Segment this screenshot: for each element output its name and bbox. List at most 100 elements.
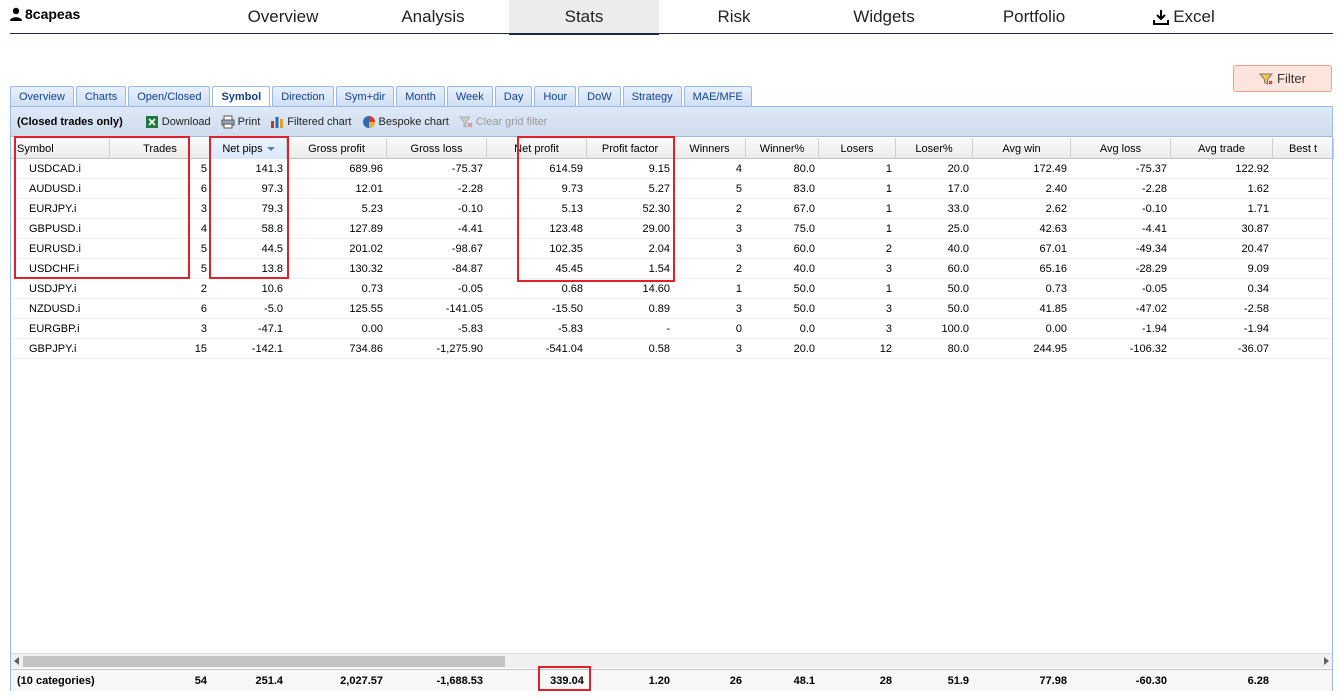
grid-header: Symbol Trades Net pips Gross profit Gross lo… (11, 138, 1334, 159)
cell-losers: 1 (885, 163, 892, 175)
column-header-loser-pct[interactable]: Loser% (896, 138, 973, 159)
cell-winner-pct: 75.0 (793, 223, 815, 235)
bespoke-chart-label: Bespoke chart (378, 115, 449, 128)
column-header-best-trade[interactable]: Best t (1273, 138, 1334, 159)
cell-loser-pct: 25.0 (947, 223, 969, 235)
nav-portfolio[interactable]: Portfolio (983, 0, 1085, 33)
print-button[interactable]: Print (221, 115, 260, 129)
cell-net-pips: 44.5 (261, 243, 283, 255)
tab-open-closed[interactable]: Open/Closed (128, 86, 211, 106)
table-row[interactable]: AUDUSD.i 6 97.3 12.01 -2.28 9.73 5.27 5 83.0 1 17.… (11, 179, 1332, 199)
column-header-trades[interactable]: Trades (110, 138, 211, 159)
tab-direction[interactable]: Direction (272, 86, 334, 106)
nav-risk[interactable]: Risk (683, 0, 785, 33)
cell-symbol: AUDUSD.i (29, 183, 81, 195)
column-header-label: Avg win (1002, 142, 1041, 155)
tab-day[interactable]: Day (494, 86, 533, 106)
cell-winners: 3 (735, 243, 742, 255)
horizontal-scrollbar[interactable] (11, 653, 1332, 668)
column-header-avg-loss[interactable]: Avg loss (1071, 138, 1171, 159)
bar-chart-icon (271, 116, 284, 128)
table-row[interactable]: EURGBP.i 3 -47.1 0.00 -5.83 -5.83 - 0 0.0 3 100.0 0… (11, 319, 1332, 339)
cell-losers: 3 (885, 303, 892, 315)
user-menu[interactable]: 8capeas (10, 6, 80, 22)
tab-week[interactable]: Week (446, 86, 493, 106)
filter-button[interactable]: Filter (1233, 65, 1332, 92)
column-header-avg-win[interactable]: Avg win (973, 138, 1071, 159)
tab-symbol[interactable]: Symbol (212, 86, 271, 107)
bespoke-chart-button[interactable]: Bespoke chart (362, 115, 449, 129)
grid-summary-row: (10 categories) 54 251.4 2,027.57 -1,688.53 3… (11, 669, 1332, 691)
column-header-gross-loss[interactable]: Gross loss (387, 138, 487, 159)
nav-stats[interactable]: Stats (509, 0, 659, 35)
cell-avg-trade: -36.07 (1237, 343, 1269, 355)
scrollbar-thumb[interactable] (23, 656, 505, 667)
cell-gross-profit: 689.96 (349, 163, 383, 175)
cell-gross-loss: -0.05 (457, 283, 483, 295)
column-header-profit-factor[interactable]: Profit factor (587, 138, 674, 159)
filtered-chart-label: Filtered chart (287, 115, 352, 128)
tab-sym-dir[interactable]: Sym+dir (335, 86, 395, 106)
table-row[interactable]: NZDUSD.i 6 -5.0 125.55 -141.05 -15.50 0.89 3 50.… (11, 299, 1332, 319)
cell-symbol: EURGBP.i (29, 323, 80, 335)
column-header-gross-profit[interactable]: Gross profit (287, 138, 387, 159)
cell-gross-loss: -5.83 (457, 323, 483, 335)
filtered-chart-button[interactable]: Filtered chart (270, 115, 352, 129)
tab-label: DoW (587, 90, 612, 103)
column-header-winners[interactable]: Winners (674, 138, 746, 159)
column-header-net-pips[interactable]: Net pips (211, 138, 287, 159)
tab-strip: Overview Charts Open/Closed Symbol Direc… (10, 86, 752, 107)
column-header-avg-trade[interactable]: Avg trade (1171, 138, 1273, 159)
column-header-symbol[interactable]: Symbol (11, 138, 110, 159)
nav-portfolio-label: Portfolio (1002, 6, 1066, 26)
excel-icon (145, 115, 158, 128)
cell-avg-win: 67.01 (1039, 243, 1067, 255)
cell-net-profit: -15.50 (551, 303, 583, 315)
nav-analysis[interactable]: Analysis (382, 0, 484, 33)
table-row[interactable]: GBPUSD.i 4 58.8 127.89 -4.41 123.48 29.00 3 75.0… (11, 219, 1332, 239)
tab-dow[interactable]: DoW (578, 86, 621, 106)
table-row[interactable]: GBPJPY.i 15 -142.1 734.86 -1,275.90 -541.04 0.… (11, 339, 1332, 359)
cell-loser-pct: 50.0 (947, 283, 969, 295)
cell-symbol: EURJPY.i (29, 203, 77, 215)
summary-trades: 54 (194, 675, 207, 687)
column-header-winner-pct[interactable]: Winner% (746, 138, 819, 159)
cell-symbol: USDCHF.i (29, 263, 80, 275)
table-row[interactable]: USDCAD.i 5 141.3 689.96 -75.37 614.59 9.15 4 80.… (11, 159, 1332, 179)
table-row[interactable]: EURUSD.i 5 44.5 201.02 -98.67 102.35 2.04 3 60.0… (11, 239, 1332, 259)
nav-excel[interactable]: Excel (1133, 0, 1235, 33)
tab-mae-mfe[interactable]: MAE/MFE (683, 86, 752, 106)
clear-filter-label: Clear grid filter (475, 115, 548, 128)
cell-gross-loss: -4.41 (457, 223, 483, 235)
tab-label: Sym+dir (344, 90, 386, 103)
summary-losers: 28 (879, 675, 892, 687)
nav-overview[interactable]: Overview (232, 0, 334, 33)
clear-grid-filter-button[interactable]: Clear grid filter (458, 115, 548, 129)
tab-hour[interactable]: Hour (534, 86, 577, 106)
filter-icon (1259, 73, 1274, 85)
cell-losers: 2 (885, 243, 892, 255)
symbol-grid-panel: (Closed trades only) Download Print Filt… (10, 106, 1334, 691)
cell-profit-factor: 14.60 (642, 283, 670, 295)
table-row[interactable]: EURJPY.i 3 79.3 5.23 -0.10 5.13 52.30 2 67.0 1 33.… (11, 199, 1332, 219)
column-header-net-profit[interactable]: Net profit (487, 138, 587, 159)
table-row[interactable]: USDCHF.i 5 13.8 130.32 -84.87 45.45 1.54 2 40.0 3… (11, 259, 1332, 279)
scroll-right-icon[interactable] (1324, 657, 1329, 665)
cell-gross-loss: -1,275.90 (436, 343, 483, 355)
scroll-left-icon[interactable] (14, 657, 19, 665)
cell-loser-pct: 33.0 (947, 203, 969, 215)
download-button[interactable]: Download (145, 115, 211, 129)
tab-label: Month (405, 90, 436, 103)
tab-strategy[interactable]: Strategy (622, 86, 682, 106)
table-row[interactable]: USDJPY.i 2 10.6 0.73 -0.05 0.68 14.60 1 50.0 1 50.… (11, 279, 1332, 299)
column-header-label: Net pips (222, 142, 263, 155)
nav-widgets[interactable]: Widgets (833, 0, 935, 33)
column-header-label: Avg loss (1099, 142, 1142, 155)
tab-overview[interactable]: Overview (10, 86, 74, 106)
cell-profit-factor: 0.89 (648, 303, 670, 315)
cell-winner-pct: 60.0 (793, 243, 815, 255)
tab-month[interactable]: Month (396, 86, 445, 106)
cell-trades: 5 (200, 263, 207, 275)
column-header-losers[interactable]: Losers (819, 138, 896, 159)
tab-charts[interactable]: Charts (75, 86, 127, 106)
